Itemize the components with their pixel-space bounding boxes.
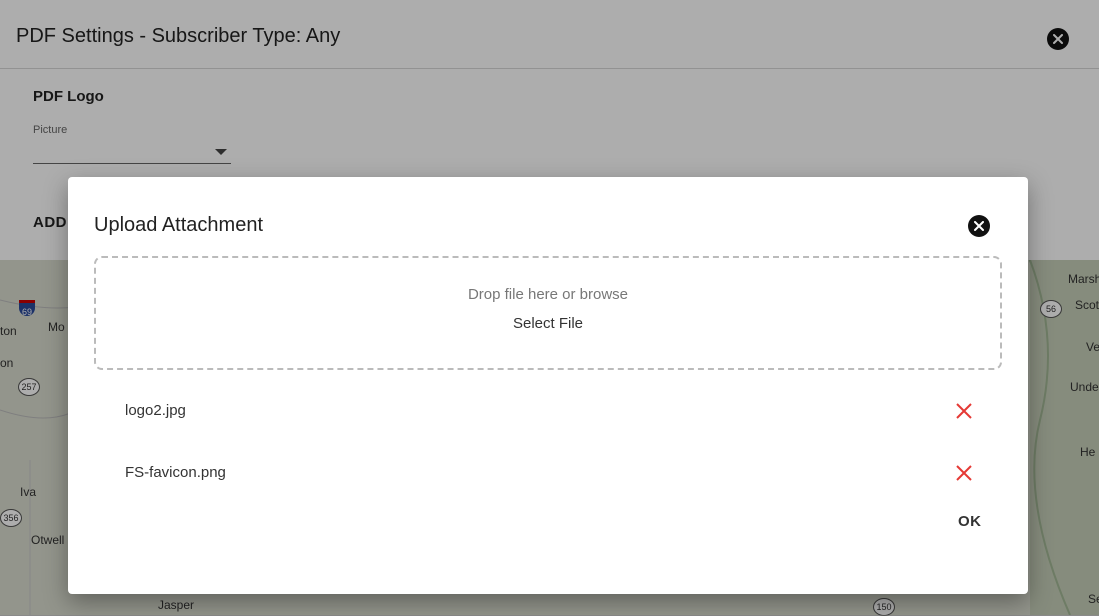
close-dialog-button[interactable] [968, 215, 990, 237]
remove-file-button[interactable] [953, 400, 975, 422]
file-name: FS-favicon.png [125, 464, 226, 481]
remove-file-button[interactable] [953, 462, 975, 484]
dialog-title: Upload Attachment [94, 214, 263, 236]
file-list-item: logo2.jpg [125, 396, 975, 426]
upload-attachment-dialog: Upload Attachment Drop file here or brow… [68, 177, 1028, 594]
file-list-item: FS-favicon.png [125, 458, 975, 488]
dropzone-text: Drop file here or browse [467, 286, 629, 303]
select-file-button[interactable]: Select File [96, 315, 1000, 332]
file-name: logo2.jpg [125, 402, 186, 419]
close-icon [956, 403, 972, 419]
file-dropzone[interactable]: Drop file here or browse Select File [94, 256, 1002, 370]
close-icon [974, 221, 984, 231]
ok-button[interactable]: OK [958, 513, 982, 530]
close-icon [956, 465, 972, 481]
